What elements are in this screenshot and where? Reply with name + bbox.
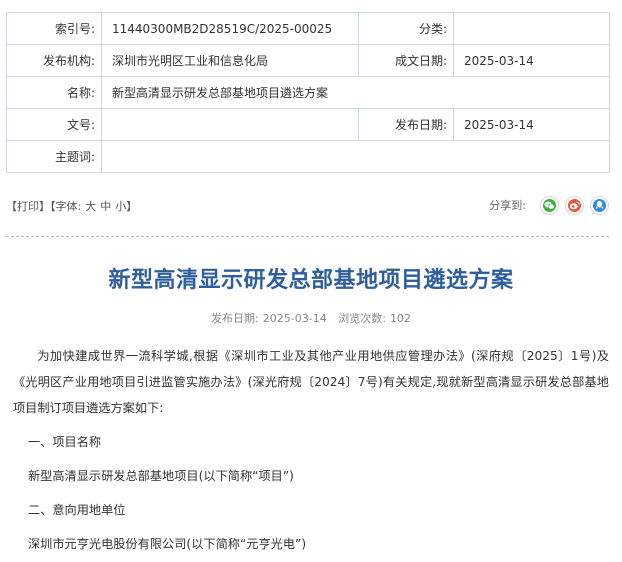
index-label: 索引号: <box>6 12 102 45</box>
index-value: 11440300MB2D28519C/2025-00025 <box>101 12 359 45</box>
publish-date-value: 2025-03-14 <box>453 108 610 141</box>
metadata-row-issuer: 发布机构: 深圳市光明区工业和信息化局 成文日期: 2025-03-14 <box>6 44 610 77</box>
views-count: 102 <box>389 312 411 325</box>
print-button[interactable]: 【打印】 <box>6 200 50 213</box>
name-value: 新型高清显示研发总部基地项目遴选方案 <box>101 76 610 109</box>
font-medium-button[interactable]: 中 <box>100 200 111 213</box>
publish-date-caption: 发布日期: 2025-03-14 <box>209 312 329 325</box>
category-value <box>453 12 610 45</box>
issuer-label: 发布机构: <box>6 44 102 77</box>
section-heading-project-name: 一、项目名称 <box>28 435 102 449</box>
views-label: 浏览次数: <box>338 312 386 325</box>
doc-no-label: 文号: <box>6 108 102 141</box>
written-date-value: 2025-03-14 <box>453 44 610 77</box>
font-size-label: 【字体: <box>50 200 82 213</box>
article-body: 为加快建成世界一流科学城,根据《深圳市工业及其他产业用地供应管理办法》(深府规〔… <box>13 343 609 557</box>
subject-label: 主题词: <box>6 140 102 173</box>
article-publish-label: 发布日期: <box>211 312 259 325</box>
publish-info: 发布日期: 2025-03-14 浏览次数: 102 <box>0 310 622 326</box>
wechat-icon <box>543 198 556 212</box>
body-paragraph-intro: 为加快建成世界一流科学城,根据《深圳市工业及其他产业用地供应管理办法》(深府规〔… <box>13 349 609 415</box>
metadata-row-index: 索引号: 11440300MB2D28519C/2025-00025 分类: <box>6 12 610 45</box>
name-label: 名称: <box>6 76 102 109</box>
article-publish-date: 2025-03-14 <box>262 312 327 325</box>
metadata-row-subject: 主题词: <box>6 140 610 173</box>
qq-icon <box>593 198 606 212</box>
section-heading-applicant: 二、意向用地单位 <box>28 503 126 517</box>
issuer-value: 深圳市光明区工业和信息化局 <box>101 44 359 77</box>
font-small-button[interactable]: 小】 <box>115 200 137 213</box>
body-paragraph-project-name: 新型高清显示研发总部基地项目(以下简称“项目”) <box>28 469 294 483</box>
views-caption: 浏览次数: 102 <box>336 312 413 325</box>
share-label: 分享到: <box>489 199 526 212</box>
article-toolbar: 【打印】【字体: 大中小】 分享到: <box>6 192 609 218</box>
subject-value <box>101 140 610 173</box>
share-weibo-button[interactable] <box>565 195 584 215</box>
metadata-table: 索引号: 11440300MB2D28519C/2025-00025 分类: 发… <box>6 12 610 173</box>
share-bar: 分享到: <box>489 192 609 218</box>
weibo-icon <box>568 198 581 212</box>
body-paragraph-applicant: 深圳市元亨光电股份有限公司(以下简称“元亨光电”) <box>28 537 307 551</box>
doc-no-value <box>101 108 359 141</box>
share-qq-button[interactable] <box>590 195 609 215</box>
category-label: 分类: <box>358 12 454 45</box>
dashed-divider <box>6 236 609 237</box>
metadata-row-name: 名称: 新型高清显示研发总部基地项目遴选方案 <box>6 76 610 109</box>
article-title: 新型高清显示研发总部基地项目遴选方案 <box>108 268 514 293</box>
metadata-row-docno: 文号: 发布日期: 2025-03-14 <box>6 108 610 141</box>
toolbar-left: 【打印】【字体: 大中小】 <box>6 198 137 214</box>
publish-date-label: 发布日期: <box>358 108 454 141</box>
share-wechat-button[interactable] <box>540 195 559 215</box>
font-large-button[interactable]: 大 <box>85 200 96 213</box>
written-date-label: 成文日期: <box>358 44 454 77</box>
